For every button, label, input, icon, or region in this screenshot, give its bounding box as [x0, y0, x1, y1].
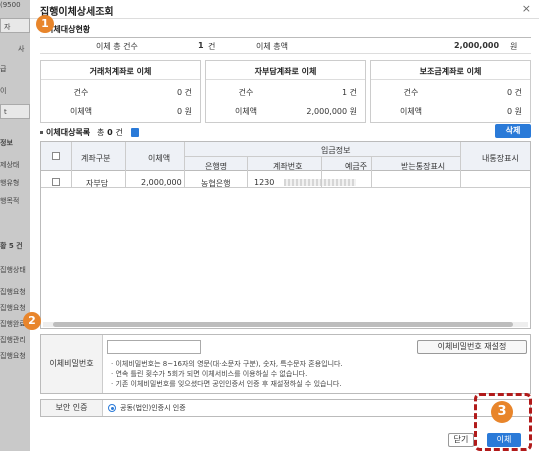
password-notes: · 이체비밀번호는 8~16자의 영문(대·소문자 구분), 숫자, 특수문자 … — [111, 359, 343, 389]
close-icon[interactable]: × — [522, 2, 531, 15]
total-amount-unit: 원 — [510, 42, 518, 51]
divider — [41, 187, 530, 188]
list-section-title: 이체대상목록 총 0 건 — [40, 127, 139, 138]
transfer-detail-modal: 집행이체상세조회 × 이체대상현황 이체 총 건수 1 건 이체 총액 2,00… — [23, 0, 539, 451]
bg-text: 집행요청 — [0, 352, 26, 360]
step-marker-1: 1 — [36, 15, 54, 33]
card-subsidy-account: 보조금계좌로 이체 건수 0 건 이체액 0 원 — [370, 60, 531, 123]
bg-text: 황 5 건 — [0, 242, 23, 250]
modal-title: 집행이체상세조회 — [40, 7, 114, 18]
total-amount-value: 2,000,000 — [454, 41, 500, 50]
card-count-value: 0 건 — [177, 88, 192, 97]
password-label: 이체비밀번호 — [41, 335, 103, 393]
total-count-unit: 건 — [208, 42, 216, 51]
row-account-no: 1230 — [254, 178, 275, 187]
step-marker-2: 2 — [23, 312, 41, 330]
card-title: 보조금계좌로 이체 — [419, 67, 482, 76]
security-label: 보안 인증 — [41, 400, 103, 416]
card-amount-label: 이체액 — [69, 107, 93, 116]
card-amount-label: 이체액 — [234, 107, 258, 116]
divider — [30, 18, 539, 19]
card-count-value: 1 건 — [342, 88, 357, 97]
card-title: 거래처계좌로 이체 — [89, 67, 152, 76]
header-account-no: 계좌번호 — [273, 162, 303, 171]
summary-row: 이체 총 건수 1 건 이체 총액 2,000,000 원 — [40, 37, 531, 54]
scrollbar-thumb[interactable] — [53, 322, 513, 327]
card-title: 자부담계좌로 이체 — [254, 67, 317, 76]
divider — [371, 156, 372, 187]
card-count-label: 건수 — [238, 88, 254, 97]
header-deposit-info: 입금정보 — [321, 146, 351, 155]
bg-text: t — [4, 108, 7, 116]
bg-text: 정보 — [0, 139, 13, 147]
password-reset-button[interactable]: 이체비밀번호 재설정 — [417, 340, 527, 354]
card-count-label: 건수 — [73, 88, 89, 97]
header-bank: 은행명 — [205, 162, 228, 171]
bg-text: 자 — [4, 23, 11, 31]
card-amount-value: 2,000,000 원 — [306, 107, 357, 116]
close-button[interactable]: 닫기 — [448, 433, 474, 447]
bg-text: 사 — [18, 45, 25, 53]
card-amount-value: 0 원 — [507, 107, 522, 116]
header-amount: 이체액 — [148, 154, 171, 163]
header-account-type: 계좌구분 — [81, 154, 111, 163]
bg-text: (9500 — [0, 1, 21, 9]
divider — [371, 79, 530, 80]
password-input[interactable] — [107, 340, 201, 354]
note-line: · 기존 이체비밀번호를 잊으셨다면 공인인증서 인증 후 재설정하실 수 있습… — [111, 380, 342, 388]
delete-button[interactable]: 삭제 — [495, 124, 531, 138]
list-total-prefix: 총 — [96, 128, 105, 137]
total-count-label: 이체 총 건수 — [96, 42, 138, 51]
horizontal-scrollbar[interactable] — [43, 322, 528, 327]
divider — [206, 79, 365, 80]
select-all-checkbox[interactable] — [52, 152, 60, 160]
total-count-value: 1 — [198, 41, 204, 50]
redacted-account-number — [284, 179, 356, 186]
bg-text: 행목적 — [0, 197, 20, 205]
note-line: · 연속 틀린 횟수가 5회가 되면 이체서비스를 이용하실 수 없습니다. — [111, 370, 308, 378]
total-amount-label: 이체 총액 — [256, 42, 288, 51]
card-count-label: 건수 — [403, 88, 419, 97]
bg-text: 집행요청 — [0, 304, 26, 312]
divider — [184, 156, 460, 157]
bg-text: 급 — [0, 65, 7, 73]
row-amount: 2,000,000 — [141, 178, 182, 187]
card-count-value: 0 건 — [507, 88, 522, 97]
certificate-radio-label[interactable]: 공동(법인)인증시 인증 — [120, 403, 186, 413]
bg-text: 집행상태 — [0, 266, 26, 274]
divider — [71, 142, 72, 187]
bg-text: 집행관리 — [0, 336, 26, 344]
excel-icon[interactable] — [130, 128, 139, 137]
card-vendor-account: 거래처계좌로 이체 건수 0 건 이체액 0 원 — [40, 60, 201, 123]
bg-text: 집행요청 — [0, 288, 26, 296]
list-total-value: 0 — [107, 128, 113, 137]
background-page: (9500 자 사 급 이 t 정보 제상태 행유형 행목적 황 5 건 집행상… — [0, 0, 30, 451]
card-amount-label: 이체액 — [399, 107, 423, 116]
card-self-account: 자부담계좌로 이체 건수 1 건 이체액 2,000,000 원 — [205, 60, 366, 123]
security-row: 보안 인증 공동(법인)인증시 인증 — [40, 399, 531, 417]
note-line: · 이체비밀번호는 8~16자의 영문(대·소문자 구분), 숫자, 특수문자 … — [111, 360, 343, 368]
certificate-radio[interactable] — [108, 404, 116, 412]
divider — [41, 79, 200, 80]
bg-text: 이 — [0, 87, 7, 95]
bg-text: 행유형 — [0, 179, 20, 187]
divider — [247, 156, 248, 187]
list-total-unit: 건 — [115, 128, 123, 137]
row-checkbox[interactable] — [52, 178, 60, 186]
card-amount-value: 0 원 — [177, 107, 192, 116]
header-my-memo: 내통장표시 — [482, 154, 519, 163]
header-holder: 예금주 — [345, 162, 368, 171]
transfer-grid: 계좌구분 이체액 입금정보 은행명 계좌번호 예금주 받는통장표시 내통장표시 … — [40, 141, 531, 329]
divider — [460, 142, 461, 187]
divider — [184, 142, 185, 187]
divider — [125, 142, 126, 187]
bg-text: 제상태 — [0, 161, 20, 169]
header-receiver-memo: 받는통장표시 — [401, 162, 446, 171]
password-section: 이체비밀번호 이체비밀번호 재설정 · 이체비밀번호는 8~16자의 영문(대·… — [40, 334, 531, 394]
bullet-icon — [40, 131, 43, 134]
step-marker-3: 3 — [491, 401, 513, 423]
